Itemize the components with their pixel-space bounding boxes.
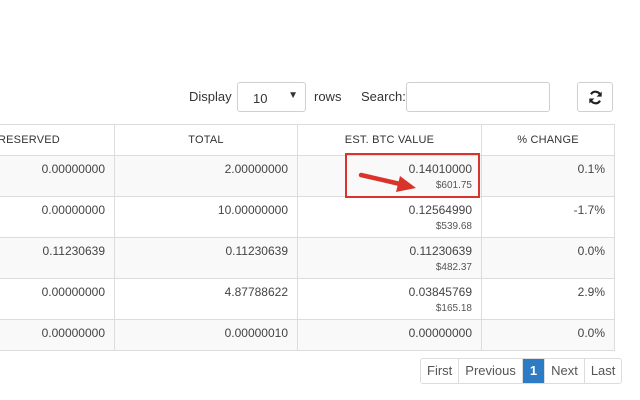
table-row: 0.00000000 4.87788622 0.03845769 $165.18… — [0, 278, 615, 320]
btc-value-cell: 0.03845769 $165.18 — [297, 278, 482, 320]
display-label: Display — [189, 89, 232, 104]
rows-per-page-value: 10 — [253, 91, 268, 106]
usd-value: $539.68 — [435, 221, 472, 232]
total-cell: 4.87788622 — [114, 278, 298, 320]
balances-table: RESERVED TOTAL EST. BTC VALUE % CHANGE 0… — [0, 124, 615, 351]
btc-value: 0.11230639 — [409, 244, 472, 258]
change-cell: 2.9% — [481, 278, 615, 320]
rows-per-page-select[interactable]: 10 ▼ — [237, 82, 306, 112]
previous-page-button[interactable]: Previous — [459, 359, 523, 383]
total-cell: 0.11230639 — [114, 237, 298, 279]
usd-value: $601.75 — [435, 180, 472, 191]
btc-value: 0.12564990 — [408, 203, 472, 217]
column-header-reserved[interactable]: RESERVED — [0, 124, 115, 156]
table-row: 0.00000000 2.00000000 0.14010000 $601.75… — [0, 155, 615, 197]
column-header-total[interactable]: TOTAL — [114, 124, 298, 156]
current-page-button[interactable]: 1 — [522, 359, 546, 383]
rows-label: rows — [314, 89, 342, 104]
reserved-cell: 0.00000000 — [0, 319, 115, 351]
btc-value: 0.03845769 — [408, 285, 472, 299]
change-cell: 0.0% — [481, 319, 615, 351]
reserved-cell: 0.11230639 — [0, 237, 115, 279]
reserved-cell: 0.00000000 — [0, 155, 115, 197]
refresh-button[interactable] — [577, 82, 613, 112]
column-header-btc-value[interactable]: EST. BTC VALUE — [297, 124, 482, 156]
table-controls: Display 10 ▼ rows Search: — [0, 80, 640, 116]
table-row: 0.00000000 10.00000000 0.12564990 $539.6… — [0, 196, 615, 238]
caret-down-icon: ▼ — [288, 90, 298, 101]
search-label: Search: — [361, 89, 406, 104]
btc-value: 0.00000000 — [408, 326, 472, 340]
btc-value-cell: 0.11230639 $482.37 — [297, 237, 482, 279]
btc-value-cell: 0.14010000 $601.75 — [297, 155, 482, 197]
last-page-button[interactable]: Last — [584, 359, 622, 383]
btc-value: 0.14010000 — [408, 162, 472, 176]
reserved-cell: 0.00000000 — [0, 278, 115, 320]
table-row: 0.11230639 0.11230639 0.11230639 $482.37… — [0, 237, 615, 279]
refresh-icon — [589, 90, 602, 105]
change-cell: 0.0% — [481, 237, 615, 279]
column-header-change[interactable]: % CHANGE — [481, 124, 615, 156]
pagination: First Previous 1 Next Last — [420, 358, 623, 384]
table-header-row: RESERVED TOTAL EST. BTC VALUE % CHANGE — [0, 124, 615, 156]
total-cell: 10.00000000 — [114, 196, 298, 238]
table-row: 0.00000000 0.00000010 0.00000000 0.0% — [0, 319, 615, 351]
total-cell: 0.00000010 — [114, 319, 298, 351]
change-cell: -1.7% — [481, 196, 615, 238]
total-cell: 2.00000000 — [114, 155, 298, 197]
next-page-button[interactable]: Next — [545, 359, 585, 383]
btc-value-cell: 0.00000000 — [297, 319, 482, 351]
usd-value: $165.18 — [435, 303, 472, 314]
reserved-cell: 0.00000000 — [0, 196, 115, 238]
search-input[interactable] — [406, 82, 550, 112]
btc-value-cell: 0.12564990 $539.68 — [297, 196, 482, 238]
usd-value: $482.37 — [435, 262, 472, 273]
first-page-button[interactable]: First — [421, 359, 460, 383]
change-cell: 0.1% — [481, 155, 615, 197]
